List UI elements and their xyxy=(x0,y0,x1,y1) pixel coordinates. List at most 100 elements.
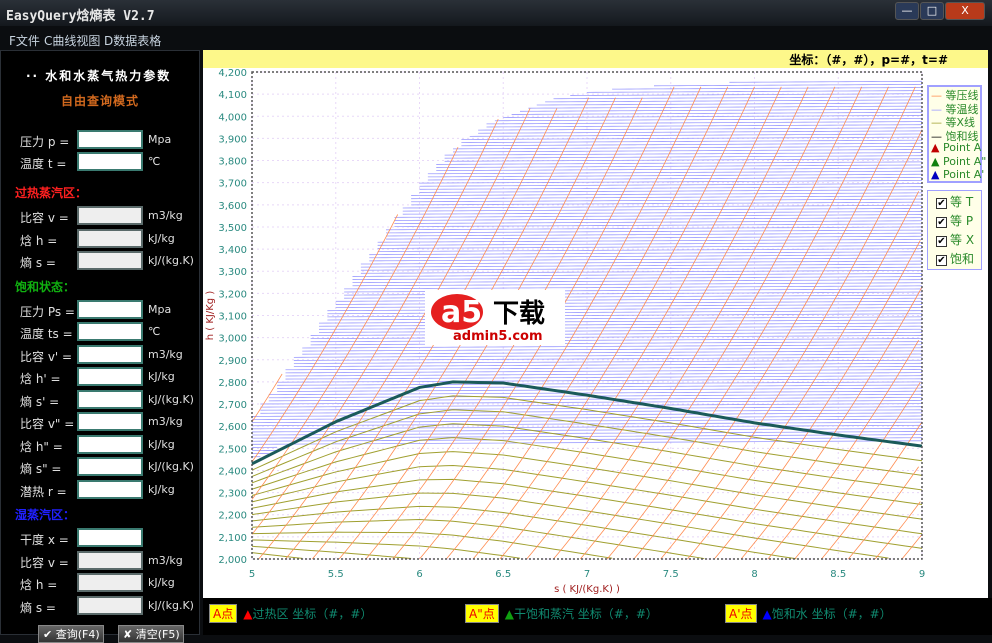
value-input[interactable] xyxy=(77,206,143,225)
value-input[interactable] xyxy=(77,322,143,341)
value-input[interactable] xyxy=(77,435,143,454)
y-tick-label: 2,900 xyxy=(218,356,247,367)
checkbox[interactable]: ✔ xyxy=(936,236,947,247)
value-input[interactable] xyxy=(77,300,143,319)
isotherm-line xyxy=(428,174,922,177)
isotherm-line xyxy=(386,230,922,233)
unit-label: m3/kg xyxy=(148,554,183,567)
legend-label: Point A" xyxy=(943,155,986,168)
isotherm-line xyxy=(537,103,922,105)
value-input[interactable] xyxy=(77,229,143,248)
title-bar: EasyQuery焓熵表 V2.7 — □ X xyxy=(0,0,992,26)
result-row: 熵 s =kJ/(kg.K) xyxy=(1,596,201,616)
x-axis-label: s ( KJ/(Kg.K) ) xyxy=(554,584,620,595)
value-input[interactable] xyxy=(77,551,143,570)
query-button[interactable]: ✔ 查询(F4) xyxy=(38,625,104,643)
isotherm-line xyxy=(294,354,922,357)
unit-label: kJ/kg xyxy=(148,438,175,451)
y-axis-label: h ( KJ/Kg ) xyxy=(205,291,216,341)
unit-label: kJ/kg xyxy=(148,483,175,496)
isotherm-line xyxy=(369,255,922,258)
result-row: 焓 h" = kJ/kg xyxy=(1,435,201,455)
curve-toggles: ✔等 T✔等 P✔等 X✔饱和 xyxy=(927,190,982,270)
toggle-item[interactable]: ✔饱和 xyxy=(928,248,981,267)
checkbox[interactable]: ✔ xyxy=(936,217,947,228)
field-label: 焓 h = xyxy=(20,232,57,249)
x-tick-label: 5 xyxy=(249,569,255,580)
isotherm-line xyxy=(436,162,922,165)
field-label: 温度 t = xyxy=(20,155,66,172)
toggle-label: 饱和 xyxy=(950,252,974,266)
isotherm-line xyxy=(319,326,922,329)
isotherm-line xyxy=(336,301,922,304)
section-title: 过热蒸汽区： xyxy=(15,184,87,201)
panel-title: ·· 水和水蒸气热力参数 xyxy=(26,67,171,84)
coordinate-bar: 坐标：（#，#），p=#，t=# xyxy=(203,50,988,68)
svg-text:admin5.com: admin5.com xyxy=(453,329,543,344)
hs-chart-area[interactable]: 2,0002,1002,2002,3002,4002,5002,6002,700… xyxy=(203,68,988,598)
y-tick-label: 4,000 xyxy=(218,112,247,123)
isotherm-line xyxy=(294,360,922,363)
query-mode: 自由查询模式 xyxy=(61,92,139,109)
field-label: 焓 h" = xyxy=(20,438,63,455)
checkbox[interactable]: ✔ xyxy=(936,198,947,209)
isotherm-line xyxy=(445,153,922,156)
close-button[interactable]: X xyxy=(945,2,985,20)
isotherm-line xyxy=(403,205,922,208)
value-input[interactable] xyxy=(77,573,143,592)
unit-label: kJ/kg xyxy=(148,370,175,383)
value-input[interactable] xyxy=(77,152,143,171)
menu-data-table[interactable]: D数据表格 xyxy=(104,32,161,49)
legend-item: — 等X线 xyxy=(929,114,980,128)
field-label: 比容 v = xyxy=(20,554,69,571)
isotherm-line xyxy=(327,317,922,320)
y-tick-label: 3,900 xyxy=(218,134,247,145)
value-input[interactable] xyxy=(77,480,143,499)
isotherm-line xyxy=(311,339,922,342)
value-input[interactable] xyxy=(77,345,143,364)
toggle-item[interactable]: ✔等 T xyxy=(928,191,981,210)
menu-file[interactable]: F文件 xyxy=(9,32,40,49)
maximize-button[interactable]: □ xyxy=(920,2,944,20)
value-input[interactable] xyxy=(77,596,143,615)
unit-label: kJ/kg xyxy=(148,576,175,589)
y-tick-label: 3,400 xyxy=(218,245,247,256)
field-label: 压力 Ps = xyxy=(20,303,75,320)
value-input[interactable] xyxy=(77,457,143,476)
isotherm-line xyxy=(487,125,923,127)
legend-item: — 饱和线 xyxy=(929,128,980,142)
coordinate-readout: 坐标：（#，#），p=#，t=# xyxy=(789,51,948,68)
checkbox[interactable]: ✔ xyxy=(936,255,947,266)
isotherm-line xyxy=(286,366,923,369)
result-row: 焓 h =kJ/kg xyxy=(1,229,201,249)
y-tick-label: 2,600 xyxy=(218,422,247,433)
triangle-icon: ▲ xyxy=(505,607,514,621)
result-row: 比容 v = m3/kg xyxy=(1,551,201,571)
value-input[interactable] xyxy=(77,528,143,547)
field-label: 比容 v" = xyxy=(20,415,74,432)
toggle-item[interactable]: ✔等 X xyxy=(928,229,981,248)
hs-chart[interactable]: 2,0002,1002,2002,3002,4002,5002,6002,700… xyxy=(203,68,988,598)
field-label: 潜热 r = xyxy=(20,483,67,500)
point-label: A点 xyxy=(209,604,237,623)
y-tick-label: 2,000 xyxy=(218,555,247,566)
value-input[interactable] xyxy=(77,390,143,409)
isotherm-line xyxy=(260,401,922,404)
isotherm-line xyxy=(277,388,922,391)
isotherm-line xyxy=(503,115,922,117)
toggle-item[interactable]: ✔等 P xyxy=(928,210,981,229)
value-input[interactable] xyxy=(77,412,143,431)
isotherm-line xyxy=(411,199,922,202)
y-tick-label: 2,700 xyxy=(218,400,247,411)
point-readout: A'点▲饱和水 坐标（#，#） xyxy=(725,604,892,623)
value-input[interactable] xyxy=(77,367,143,386)
input-row: 温度 t =℃ xyxy=(1,152,201,172)
clear-button[interactable]: ✘ 清空(F5) xyxy=(118,625,184,643)
menu-curve-view[interactable]: C曲线视图 xyxy=(44,32,100,49)
point-label: A'点 xyxy=(725,604,757,623)
value-input[interactable] xyxy=(77,130,143,149)
isotherm-line xyxy=(319,320,922,323)
isotherm-line xyxy=(311,342,922,345)
value-input[interactable] xyxy=(77,251,143,270)
minimize-button[interactable]: — xyxy=(895,2,919,20)
